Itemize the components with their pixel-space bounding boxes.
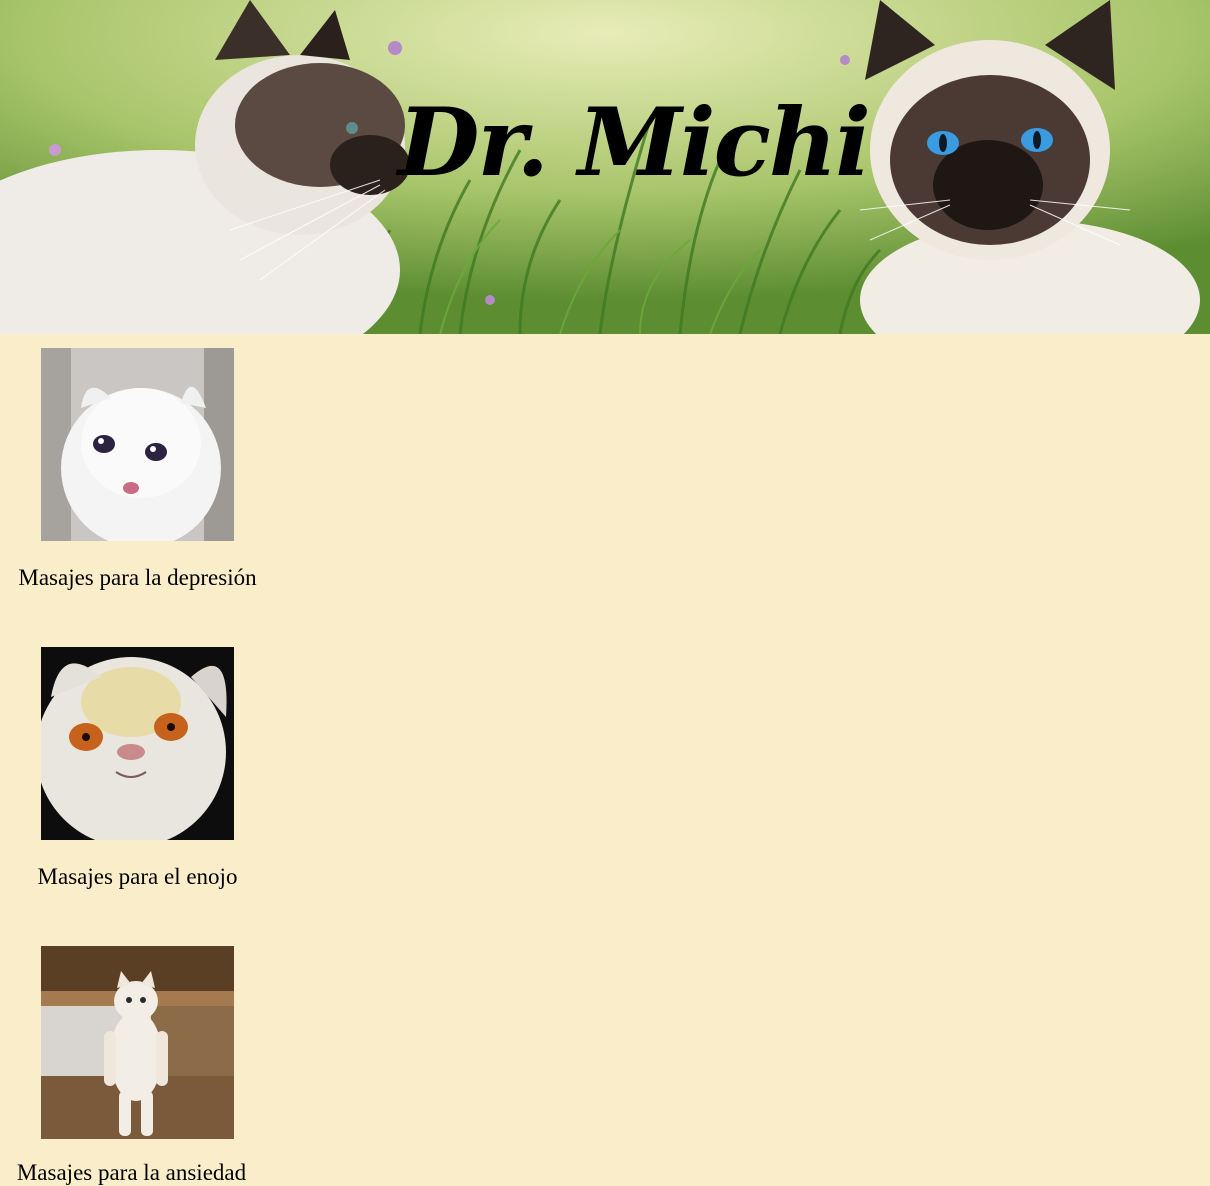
service-caption: Masajes para el enojo	[37, 864, 238, 889]
service-image-anxiety[interactable]	[41, 946, 234, 1139]
angry-cat-image	[41, 647, 234, 840]
service-image-anger[interactable]	[41, 647, 234, 840]
service-caption: Masajes para la ansiedad	[16, 1160, 247, 1185]
page-title: Dr. Michi	[398, 88, 871, 198]
service-image-depression[interactable]	[41, 348, 234, 541]
hero-banner: Dr. Michi	[0, 0, 1210, 334]
standing-cat-image	[41, 946, 234, 1139]
service-caption: Masajes para la depresión	[18, 565, 257, 590]
crying-cat-image	[41, 348, 234, 541]
